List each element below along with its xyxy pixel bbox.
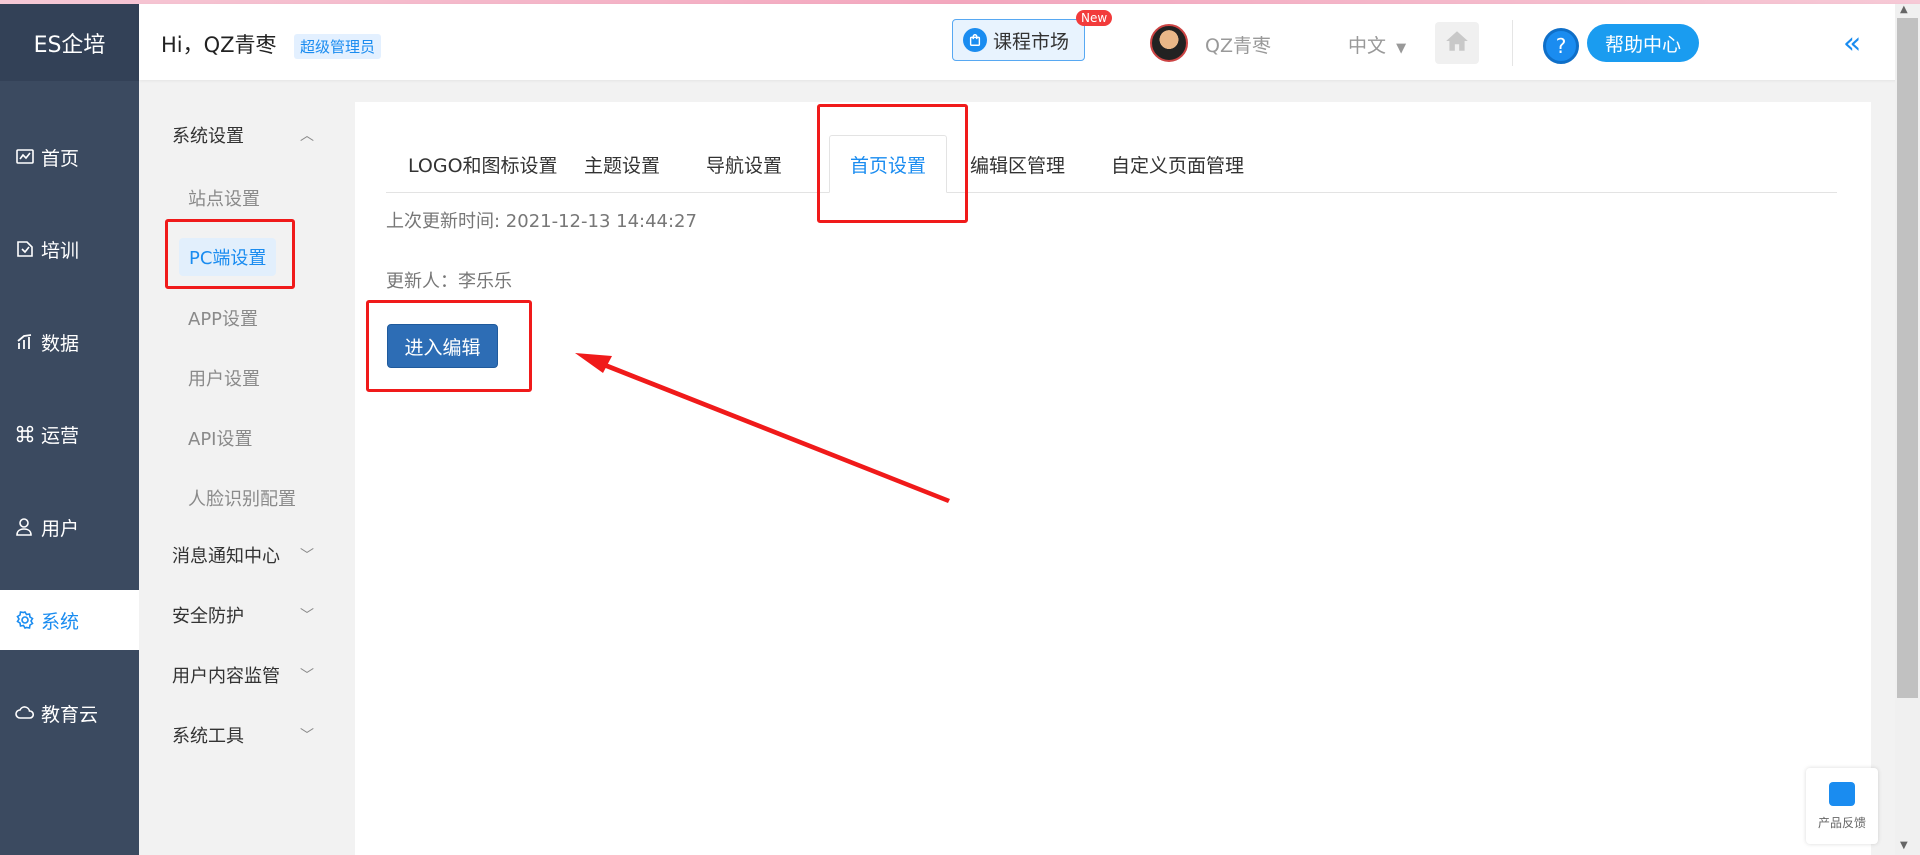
- feedback-icon: [1829, 781, 1855, 806]
- annotation-arrow-icon: [575, 353, 950, 503]
- scroll-down-arrow-icon[interactable]: ▼: [1900, 840, 1908, 851]
- product-feedback-button[interactable]: 产品反馈: [1806, 768, 1878, 844]
- scrollbar-thumb[interactable]: [1897, 18, 1918, 698]
- feedback-label: 产品反馈: [1817, 815, 1866, 830]
- scroll-up-arrow-icon[interactable]: ▲: [1900, 4, 1908, 15]
